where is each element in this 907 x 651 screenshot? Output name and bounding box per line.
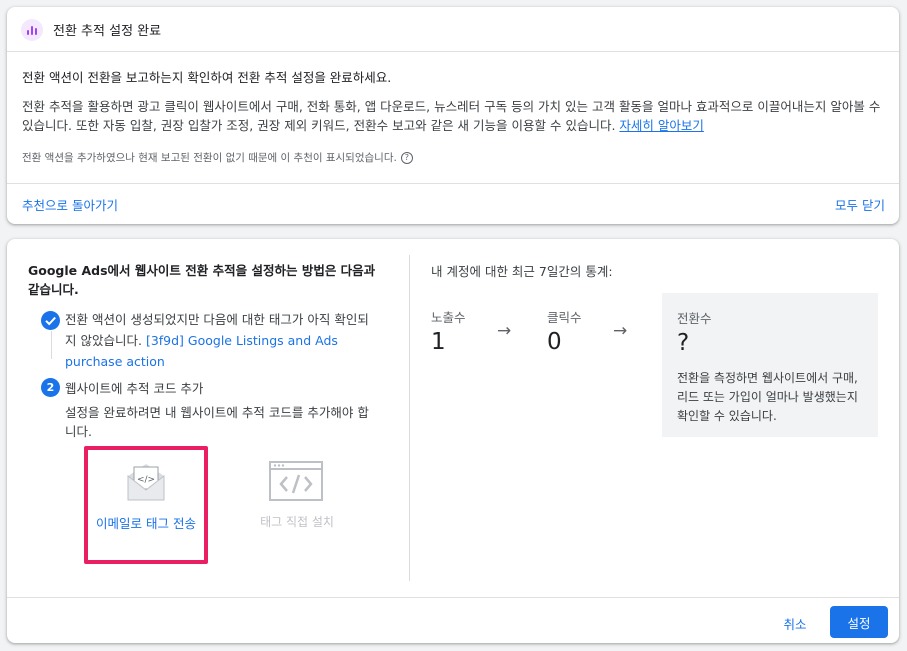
email-tag-option[interactable]: </> 이메일로 태그 전송 [84, 446, 208, 564]
notice-body-text: 전환 추적을 활용하면 광고 클릭이 웹사이트에서 구매, 전화 통화, 앱 다… [22, 99, 881, 133]
notice-body: 전환 추적을 활용하면 광고 클릭이 웹사이트에서 구매, 전화 통화, 앱 다… [22, 97, 888, 135]
setup-button[interactable]: 설정 [830, 606, 888, 638]
email-code-icon: </> [127, 464, 165, 501]
email-tag-label: 이메일로 태그 전송 [96, 516, 196, 531]
conversions-desc: 전환을 측정하면 웹사이트에서 구매, 리드 또는 가입이 얼마나 발생했는지 … [677, 371, 858, 423]
install-tag-option[interactable]: 태그 직접 설치 [257, 461, 337, 551]
stats-title: 내 계정에 대한 최근 7일간의 통계: [431, 264, 613, 279]
conversions-value: ? [677, 330, 690, 356]
notice-card: 전환 추적 설정 완료 전환 액션이 전환을 보고하는지 확인하여 전환 추적 … [7, 7, 899, 224]
back-to-recommendations-link[interactable]: 추천으로 돌아가기 [22, 195, 118, 214]
notice-note: 전환 액션을 추가하였으나 현재 보고된 전환이 없기 때문에 이 추천이 표시… [22, 150, 413, 165]
install-tag-label: 태그 직접 설치 [260, 515, 334, 529]
help-icon[interactable]: ? [400, 151, 413, 164]
conversions-label: 전환수 [677, 311, 712, 326]
conversions-box: 전환수 ? 전환을 측정하면 웹사이트에서 구매, 리드 또는 가입이 얼마나 … [662, 293, 878, 437]
bar-chart-icon [21, 19, 43, 41]
notice-heading: 전환 액션이 전환을 보고하는지 확인하여 전환 추적 설정을 완료하세요. [22, 70, 392, 85]
step2-title: 웹사이트에 추적 코드 추가 [65, 381, 204, 396]
step1-text: 전환 액션이 생성되었지만 다음에 대한 태그가 아직 확인되지 않았습니다. … [65, 309, 375, 372]
footer-divider [7, 597, 899, 598]
browser-code-icon [269, 461, 323, 501]
cancel-button[interactable]: 취소 [773, 608, 817, 638]
column-divider [409, 255, 410, 581]
setup-title: Google Ads에서 웹사이트 전환 추적을 설정하는 방법은 다음과 같습… [28, 263, 376, 297]
clicks-value: 0 [547, 329, 562, 355]
arrow-right-icon: → [613, 321, 628, 341]
notice-header: 전환 추적 설정 완료 [7, 7, 899, 52]
clicks-label: 클릭수 [547, 310, 582, 325]
step-connector [51, 331, 52, 359]
impressions-value: 1 [431, 329, 446, 355]
notice-note-text: 전환 액션을 추가하였으나 현재 보고된 전환이 없기 때문에 이 추천이 표시… [22, 152, 397, 164]
notice-divider [7, 183, 899, 184]
step2-text: 설정을 완료하려면 내 웹사이트에 추적 코드를 추가해야 합니다. [65, 405, 369, 439]
learn-more-link[interactable]: 자세히 알아보기 [619, 118, 703, 133]
close-all-link[interactable]: 모두 닫기 [835, 195, 885, 214]
arrow-right-icon: → [497, 321, 512, 341]
impressions-label: 노출수 [431, 310, 466, 325]
svg-text:</>: </> [137, 475, 155, 485]
setup-card: Google Ads에서 웹사이트 전환 추적을 설정하는 방법은 다음과 같습… [7, 239, 899, 643]
step2-number: 2 [41, 378, 60, 397]
notice-title: 전환 추적 설정 완료 [53, 24, 162, 39]
check-circle-icon [41, 311, 60, 330]
